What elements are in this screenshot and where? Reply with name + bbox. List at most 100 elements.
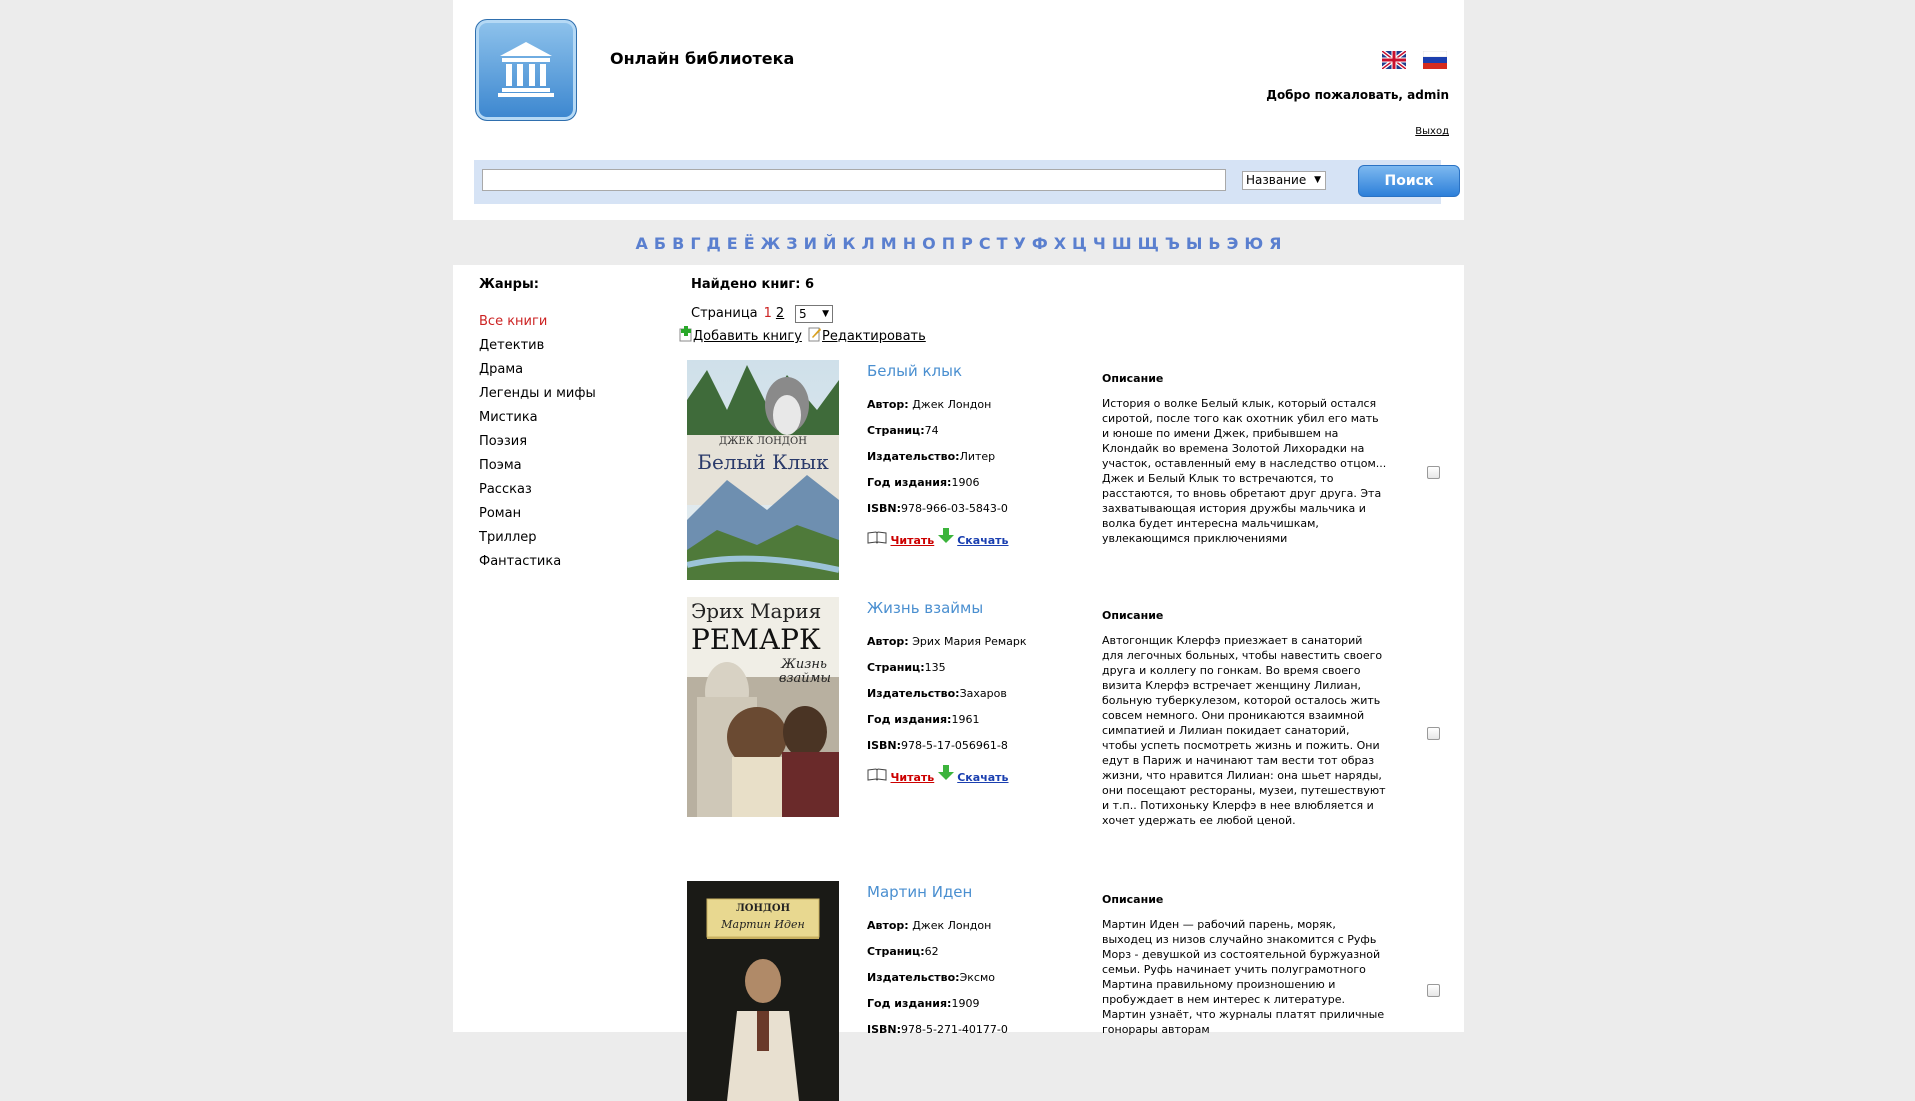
alphabet-letter[interactable]: М xyxy=(881,234,897,253)
book-cover[interactable]: ЛОНДОН Мартин Иден xyxy=(687,881,839,1101)
alphabet-letter[interactable]: И xyxy=(804,234,817,253)
book-links: Читать Скачать xyxy=(867,528,1009,547)
alphabet-letter[interactable]: Й xyxy=(823,234,836,253)
alphabet-letter[interactable]: Р xyxy=(961,234,973,253)
search-field-selected: Название xyxy=(1246,173,1307,187)
alphabet-letter[interactable]: А xyxy=(636,234,648,253)
alphabet-letter[interactable]: С xyxy=(979,234,991,253)
genre-item[interactable]: Мистика xyxy=(479,409,596,433)
genre-item[interactable]: Легенды и мифы xyxy=(479,385,596,409)
search-input[interactable] xyxy=(482,169,1226,191)
label-publisher: Издательство: xyxy=(867,450,960,463)
isbn-value: 978-966-03-5843-0 xyxy=(901,502,1008,515)
author-value: Джек Лондон xyxy=(912,919,992,932)
genre-item[interactable]: Поэма xyxy=(479,457,596,481)
alphabet-letter[interactable]: Ч xyxy=(1093,234,1106,253)
alphabet-letter[interactable]: Ю xyxy=(1244,234,1263,253)
alphabet-letter[interactable]: Ь xyxy=(1208,234,1220,253)
alphabet-letter[interactable]: Ъ xyxy=(1165,234,1180,253)
english-flag-icon[interactable] xyxy=(1380,49,1408,71)
label-pages: Страниц: xyxy=(867,945,925,958)
book-select-checkbox[interactable] xyxy=(1427,466,1440,479)
genre-item[interactable]: Поэзия xyxy=(479,433,596,457)
search-button[interactable]: Поиск xyxy=(1358,165,1460,197)
alphabet-letter[interactable]: Щ xyxy=(1138,234,1159,253)
alphabet-letter[interactable]: Ф xyxy=(1032,234,1048,253)
genre-item[interactable]: Детектив xyxy=(479,337,596,361)
alphabet-letter[interactable]: Ж xyxy=(761,234,781,253)
isbn-value: 978-5-17-056961-8 xyxy=(901,739,1008,752)
alphabet-letter[interactable]: Г xyxy=(690,234,700,253)
read-link[interactable]: Читать xyxy=(891,771,935,784)
edit-link[interactable]: Редактировать xyxy=(822,329,926,344)
alphabet-letter[interactable]: Д xyxy=(707,234,721,253)
search-field-select[interactable]: Название ▼ xyxy=(1242,171,1326,190)
book-description: Мартин Иден — рабочий парень, моряк, вых… xyxy=(1102,918,1385,1036)
russian-flag-icon[interactable] xyxy=(1422,50,1448,69)
genre-item[interactable]: Роман xyxy=(479,505,596,529)
alphabet-letter[interactable]: Х xyxy=(1054,234,1066,253)
alphabet-letter[interactable]: Т xyxy=(997,234,1008,253)
page-container: Онлайн библиотека Добро пожаловать, admi… xyxy=(453,0,1464,1101)
alphabet-letter[interactable]: Б xyxy=(654,234,666,253)
add-book-link[interactable]: Добавить книгу xyxy=(693,329,802,344)
alphabet-letter[interactable]: Л xyxy=(861,234,874,253)
alphabet-letter[interactable]: О xyxy=(922,234,936,253)
page-link[interactable]: 2 xyxy=(776,306,784,321)
book-open-icon[interactable] xyxy=(867,531,887,547)
book-cover[interactable]: Эрих Мария РЕМАРК Жизнь взаймы xyxy=(687,597,839,817)
book-cover[interactable]: ДЖЕК ЛОНДОН Белый Клык xyxy=(687,360,839,580)
alphabet-letter[interactable]: У xyxy=(1013,234,1025,253)
alphabet-letter[interactable]: Н xyxy=(903,234,916,253)
cover-author-first: Эрих Мария xyxy=(691,599,822,623)
edit-icon[interactable] xyxy=(808,326,822,342)
download-arrow-icon[interactable] xyxy=(937,765,954,784)
alphabet-letter[interactable]: Ы xyxy=(1186,234,1203,253)
alphabet-letter[interactable]: Ё xyxy=(744,234,755,253)
download-link[interactable]: Скачать xyxy=(957,771,1008,784)
genre-item[interactable]: Рассказ xyxy=(479,481,596,505)
label-publisher: Издательство: xyxy=(867,971,960,984)
book-pages: Страниц:62 xyxy=(867,945,939,958)
genre-item[interactable]: Драма xyxy=(479,361,596,385)
cover-author-last: РЕМАРК xyxy=(691,623,821,656)
book-title[interactable]: Жизнь взаймы xyxy=(867,599,983,617)
alphabet-letter[interactable]: З xyxy=(786,234,797,253)
book-title[interactable]: Белый клык xyxy=(867,362,962,380)
pagination: Страница 1 2 xyxy=(691,306,784,321)
book-isbn: ISBN:978-5-271-40177-0 xyxy=(867,1023,1008,1036)
year-value: 1906 xyxy=(951,476,980,489)
book-pages: Страниц:74 xyxy=(867,424,939,437)
book-open-icon[interactable] xyxy=(867,768,887,784)
alphabet-letter[interactable]: Ш xyxy=(1112,234,1132,253)
genre-item[interactable]: Все книги xyxy=(479,313,596,337)
logout-link[interactable]: Выход xyxy=(1415,126,1449,137)
alphabet-letter[interactable]: В xyxy=(672,234,684,253)
label-year: Год издания: xyxy=(867,713,952,726)
per-page-value: 5 xyxy=(799,307,807,321)
alphabet-letter[interactable]: Я xyxy=(1269,234,1281,253)
book-select-checkbox[interactable] xyxy=(1427,984,1440,997)
read-link[interactable]: Читать xyxy=(891,534,935,547)
alphabet-letter[interactable]: К xyxy=(842,234,855,253)
pages-value: 74 xyxy=(924,424,939,437)
genre-item[interactable]: Фантастика xyxy=(479,553,596,577)
alphabet-letter[interactable]: Э xyxy=(1227,234,1239,253)
library-logo[interactable] xyxy=(475,19,577,121)
book-select-checkbox[interactable] xyxy=(1427,727,1440,740)
add-book-icon[interactable] xyxy=(679,326,693,342)
genre-list: Все книги Детектив Драма Легенды и мифы Мист… xyxy=(479,313,596,577)
page-link-current[interactable]: 1 xyxy=(764,306,772,321)
alphabet-letter[interactable]: П xyxy=(942,234,955,253)
alphabet-letter[interactable]: Ц xyxy=(1072,234,1087,253)
download-link[interactable]: Скачать xyxy=(957,534,1008,547)
label-author: Автор: xyxy=(867,398,909,411)
label-pages: Страниц: xyxy=(867,424,925,437)
download-arrow-icon[interactable] xyxy=(937,528,954,547)
label-pages: Страниц: xyxy=(867,661,925,674)
book-title[interactable]: Мартин Иден xyxy=(867,883,972,901)
year-value: 1909 xyxy=(951,997,980,1010)
genre-item[interactable]: Триллер xyxy=(479,529,596,553)
alphabet-letter[interactable]: Е xyxy=(727,234,738,253)
per-page-select[interactable]: 5 ▼ xyxy=(795,305,833,323)
